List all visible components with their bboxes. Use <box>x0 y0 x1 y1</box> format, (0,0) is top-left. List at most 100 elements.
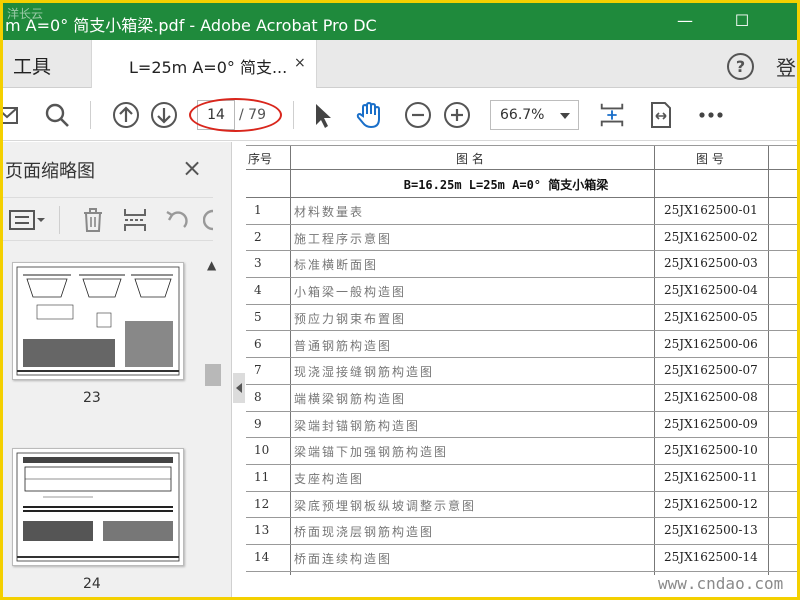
help-icon[interactable]: ? <box>727 53 754 80</box>
table-row: 10 梁端锚下加强钢筋构造图 25JX162500-10 <box>246 437 797 465</box>
tab-bar: 工具 L=25m A=0° 简支... × ? 登 <box>3 40 797 88</box>
row-drawing-name: 普通钢筋构造图 <box>294 338 393 353</box>
close-tab-button[interactable]: × <box>294 55 306 71</box>
app-window: 洋长云 m A=0° 简支小箱梁.pdf - Adobe Acrobat Pro… <box>3 3 797 597</box>
zoom-select[interactable]: 66.7% <box>490 100 579 130</box>
thumbnail-scrollbar[interactable]: ▲ <box>203 252 223 597</box>
rotate-view-icon[interactable] <box>647 101 675 129</box>
row-number: 8 <box>254 389 262 404</box>
drawing-index-table: 序号 图 名 图 号 B=16.25m L=25m A=0° 简支小箱梁 1 材料… <box>246 142 797 597</box>
row-drawing-name: 小箱梁一般构造图 <box>294 285 407 300</box>
row-drawing-code: 25JX162500-05 <box>664 309 758 324</box>
close-panel-button[interactable]: × <box>182 154 202 182</box>
panel-toolbar <box>3 197 215 241</box>
page-up-icon[interactable] <box>112 101 140 129</box>
row-number: 2 <box>254 229 262 244</box>
row-number: 14 <box>254 550 270 565</box>
thumbnail-drawing <box>16 266 180 376</box>
hand-icon[interactable] <box>355 101 383 129</box>
maximize-button[interactable]: ☐ <box>730 9 754 33</box>
row-drawing-code: 25JX162500-14 <box>664 550 758 565</box>
title-bar: 洋长云 m A=0° 简支小箱梁.pdf - Adobe Acrobat Pro… <box>3 3 797 40</box>
row-drawing-name: 梁底预埋钢板纵坡调整示意图 <box>294 498 477 513</box>
redo-icon[interactable] <box>203 207 215 233</box>
thumbnail-page-number: 24 <box>83 576 101 592</box>
options-icon[interactable] <box>9 208 47 232</box>
tab-tools[interactable]: 工具 <box>13 52 51 79</box>
zoom-value: 66.7% <box>500 107 545 123</box>
scroll-up-icon[interactable]: ▲ <box>207 258 216 272</box>
page-down-icon[interactable] <box>150 101 178 129</box>
row-drawing-name: 桥面连续构造图 <box>294 552 393 567</box>
row-number: 4 <box>254 283 262 298</box>
zoom-out-icon[interactable] <box>404 101 432 129</box>
row-number: 3 <box>254 256 262 271</box>
window-title: m A=0° 简支小箱梁.pdf - Adobe Acrobat Pro DC <box>5 16 377 35</box>
row-drawing-name: 预应力钢束布置图 <box>294 311 407 326</box>
undo-icon[interactable] <box>164 207 190 233</box>
row-drawing-name: 梁端锚下加强钢筋构造图 <box>294 445 449 460</box>
collapse-panel-handle[interactable] <box>233 373 245 403</box>
toolbar-separator <box>293 101 294 129</box>
table-row: 2 施工程序示意图 25JX162500-02 <box>246 224 797 252</box>
annotation-oval <box>189 98 282 132</box>
table-row: 12 梁底预埋钢板纵坡调整示意图 25JX162500-12 <box>246 491 797 519</box>
row-number: 1 <box>254 203 262 217</box>
table-row: 5 预应力钢束布置图 25JX162500-05 <box>246 304 797 332</box>
row-drawing-code: 25JX162500-06 <box>664 336 758 351</box>
table-subtitle: B=16.25m L=25m A=0° 简支小箱梁 <box>403 178 609 192</box>
thumbnail-page[interactable] <box>12 262 184 380</box>
row-number: 13 <box>254 523 270 538</box>
table-row: 11 支座构造图 25JX162500-11 <box>246 464 797 492</box>
row-number: 6 <box>254 336 262 351</box>
minimize-button[interactable]: — <box>673 9 697 33</box>
table-gridline <box>246 145 797 146</box>
table-row: 8 端横梁钢筋构造图 25JX162500-08 <box>246 384 797 412</box>
row-number: 5 <box>254 309 262 324</box>
row-drawing-code: 25JX162500-12 <box>664 496 758 511</box>
row-drawing-name: 施工程序示意图 <box>294 231 393 246</box>
row-number: 9 <box>254 416 262 431</box>
row-number: 7 <box>254 363 262 378</box>
row-drawing-code: 25JX162500-02 <box>664 229 758 244</box>
row-drawing-code: 25JX162500-10 <box>664 443 758 458</box>
table-row: 4 小箱梁一般构造图 25JX162500-04 <box>246 277 797 305</box>
toolbar: 14 / 79 66.7% <box>3 89 797 141</box>
select-arrow-icon[interactable] <box>308 101 336 129</box>
row-drawing-code: 25JX162500-04 <box>664 283 758 298</box>
table-row: 7 现浇湿接缝钢筋构造图 25JX162500-07 <box>246 357 797 385</box>
login-button[interactable]: 登 <box>776 52 796 81</box>
header-name: 图 名 <box>456 152 484 166</box>
row-drawing-code: 25JX162500-11 <box>664 470 758 484</box>
search-icon[interactable] <box>43 101 71 129</box>
table-row: 14 桥面连续构造图 25JX162500-14 <box>246 544 797 572</box>
thumbnail-panel: 页面缩略图 × 23 24 ▲ <box>3 142 232 597</box>
row-drawing-code: 25JX162500-07 <box>664 363 758 378</box>
mail-icon[interactable] <box>3 101 23 129</box>
more-icon[interactable] <box>697 101 725 129</box>
thumbnail-page[interactable] <box>12 448 184 566</box>
insert-page-icon[interactable] <box>122 207 148 233</box>
table-gridline <box>246 169 797 170</box>
thumbnail-list: 23 24 <box>3 252 203 597</box>
table-row: 3 标准横断面图 25JX162500-03 <box>246 250 797 279</box>
toolbar-separator <box>90 101 91 129</box>
row-number: 11 <box>254 470 270 484</box>
row-drawing-name: 标准横断面图 <box>294 258 379 273</box>
row-number: 10 <box>254 443 270 458</box>
fit-page-icon[interactable] <box>597 101 627 129</box>
chevron-down-icon <box>560 113 570 119</box>
tab-document[interactable]: L=25m A=0° 简支... × <box>91 40 317 88</box>
table-gridline <box>246 570 797 572</box>
row-drawing-name: 支座构造图 <box>294 472 365 486</box>
table-row: 13 桥面现浇层钢筋构造图 25JX162500-13 <box>246 517 797 546</box>
document-tab-label: L=25m A=0° 简支... <box>129 58 288 77</box>
scrollbar-thumb[interactable] <box>205 364 221 386</box>
thumbnail-drawing <box>16 452 180 562</box>
row-drawing-name: 桥面现浇层钢筋构造图 <box>294 525 435 540</box>
watermark-bottom-right: www.cndao.com <box>658 574 784 593</box>
row-number: 12 <box>254 496 270 511</box>
zoom-in-icon[interactable] <box>443 101 471 129</box>
document-view: 序号 图 名 图 号 B=16.25m L=25m A=0° 简支小箱梁 1 材料… <box>246 142 797 597</box>
delete-icon[interactable] <box>81 207 105 233</box>
